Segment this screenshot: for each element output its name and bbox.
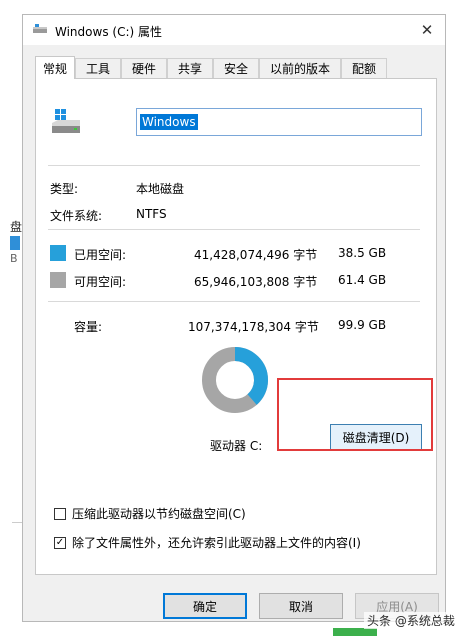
separator (48, 165, 420, 166)
capacity-bytes: 107,374,178,304 字节 (188, 320, 319, 334)
tab-security[interactable]: 安全 (213, 58, 259, 78)
capacity-size: 99.9 GB (338, 318, 387, 332)
check-icon: ✓ (55, 536, 65, 548)
type-value: 本地磁盘 (136, 182, 185, 196)
capacity-label: 容量: (74, 320, 103, 334)
index-label: 除了文件属性外，还允许索引此驱动器上文件的内容(I) (72, 536, 361, 550)
cancel-button[interactable]: 取消 (259, 593, 343, 619)
type-label: 类型: (50, 182, 79, 196)
used-space-swatch (50, 245, 66, 261)
background-line (12, 522, 22, 523)
used-space-bytes: 41,428,074,496 字节 (194, 248, 318, 262)
title-bar[interactable]: Windows (C:) 属性 ✕ (23, 15, 445, 45)
free-space-size: 61.4 GB (338, 273, 387, 287)
highlight-annotation (277, 378, 433, 451)
close-icon: ✕ (420, 21, 434, 39)
separator (48, 229, 420, 230)
background-window: 盘 B (0, 0, 22, 636)
compress-option[interactable]: 压缩此驱动器以节约磁盘空间(C) (54, 505, 246, 522)
file-system-value: NTFS (136, 207, 167, 221)
background-usage-bar (10, 236, 20, 250)
close-button[interactable]: ✕ (409, 15, 445, 45)
free-space-swatch (50, 272, 66, 288)
tab-general[interactable]: 常规 (35, 56, 75, 79)
drive-name-value: Windows (140, 114, 198, 130)
free-space-bytes: 65,946,103,808 字节 (194, 275, 318, 289)
general-panel: Windows 类型: 本地磁盘 文件系统: NTFS 已用空间: 41,428… (35, 78, 437, 575)
free-space-label: 可用空间: (74, 275, 127, 289)
tab-tools[interactable]: 工具 (75, 58, 121, 78)
tab-previous-versions[interactable]: 以前的版本 (259, 58, 341, 78)
background-text-2: B (10, 252, 18, 265)
drive-icon (52, 109, 80, 133)
drive-letter-label: 驱动器 C: (210, 439, 263, 453)
watermark: 头条 @系统总裁 (364, 612, 458, 629)
separator (48, 301, 420, 302)
properties-window: Windows (C:) 属性 ✕ 常规 工具 硬件 共享 安全 以前的版本 配… (22, 14, 446, 622)
compress-label: 压缩此驱动器以节约磁盘空间(C) (72, 507, 246, 521)
background-text: 盘 (10, 220, 23, 234)
used-space-size: 38.5 GB (338, 246, 387, 260)
used-space-label: 已用空间: (74, 248, 127, 262)
drive-name-input[interactable]: Windows (136, 108, 422, 136)
drive-icon (33, 24, 47, 33)
compress-checkbox[interactable] (54, 507, 66, 520)
usage-donut-chart (202, 347, 268, 413)
tab-quota[interactable]: 配额 (341, 58, 387, 78)
index-option[interactable]: ✓ 除了文件属性外，还允许索引此驱动器上文件的内容(I) (54, 534, 361, 551)
file-system-label: 文件系统: (50, 209, 103, 223)
tab-sharing[interactable]: 共享 (167, 58, 213, 78)
background-green-strip (333, 628, 377, 636)
tab-hardware[interactable]: 硬件 (121, 58, 167, 78)
window-title: Windows (C:) 属性 (55, 25, 162, 39)
ok-button[interactable]: 确定 (163, 593, 247, 619)
index-checkbox[interactable]: ✓ (54, 536, 66, 549)
